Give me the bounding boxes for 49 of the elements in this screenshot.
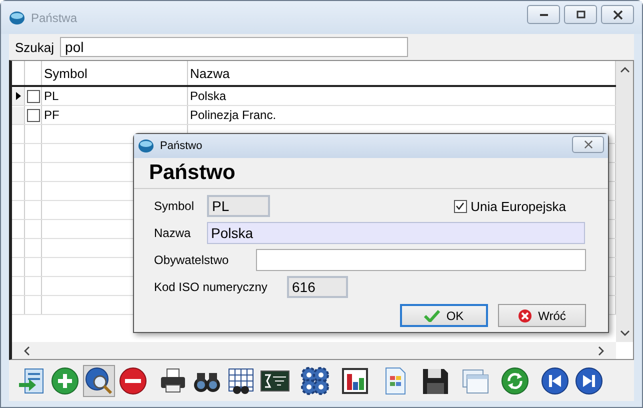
row-pointer-icon	[16, 92, 21, 100]
field-label: Obywatelstwo	[154, 253, 230, 267]
maximize-icon	[576, 10, 586, 20]
minimize-icon	[540, 14, 548, 16]
field-label: Symbol	[154, 199, 196, 213]
horizontal-scrollbar[interactable]	[12, 342, 616, 359]
window-title: Państwa	[31, 10, 78, 24]
skip-forward-icon[interactable]	[573, 364, 605, 396]
table-cell: PL	[42, 87, 188, 105]
back-button[interactable]: Wróć	[498, 304, 586, 327]
refresh-icon[interactable]	[499, 364, 531, 396]
column-header[interactable]: Symbol	[42, 61, 188, 85]
scroll-down-icon[interactable]	[620, 330, 630, 336]
dialog-title: Państwo	[160, 140, 204, 152]
remove-icon[interactable]	[117, 364, 149, 396]
check-icon	[424, 310, 440, 322]
scroll-up-icon[interactable]	[620, 67, 630, 73]
input-field[interactable]: PL	[207, 195, 270, 217]
close-button[interactable]	[572, 136, 604, 153]
app-icon	[9, 10, 25, 26]
input-field[interactable]	[256, 249, 586, 271]
ok-button[interactable]: OK	[400, 304, 488, 327]
close-icon	[612, 10, 622, 20]
close-icon	[584, 140, 592, 149]
scroll-left-icon[interactable]	[24, 346, 30, 356]
close-button[interactable]	[601, 5, 634, 24]
magnifier-icon[interactable]	[83, 364, 115, 396]
row-checkbox[interactable]	[27, 108, 40, 122]
vertical-scrollbar[interactable]	[616, 61, 633, 342]
add-icon[interactable]	[49, 364, 81, 396]
input-field[interactable]: 616	[287, 276, 348, 298]
app-icon	[138, 138, 154, 154]
scroll-right-icon[interactable]	[598, 346, 604, 356]
cancel-icon	[518, 308, 532, 322]
dialog-heading: Państwo	[134, 158, 608, 189]
maximize-button[interactable]	[564, 5, 597, 24]
search-field[interactable]: pol	[60, 37, 408, 57]
checkbox[interactable]	[454, 200, 467, 212]
row-checkbox[interactable]	[27, 90, 40, 102]
gears-icon[interactable]	[299, 364, 331, 396]
search-label: Szukaj	[15, 40, 54, 54]
field-label: Nazwa	[154, 226, 192, 240]
input-field[interactable]: Polska	[207, 222, 585, 244]
field-label: Kod ISO numeryczny	[154, 280, 268, 294]
minimize-button[interactable]	[527, 5, 560, 24]
skip-back-icon[interactable]	[539, 364, 571, 396]
checkbox-label: Unia Europejska	[470, 198, 566, 214]
table-cell: PF	[42, 106, 188, 124]
row-selector[interactable]	[12, 88, 24, 104]
